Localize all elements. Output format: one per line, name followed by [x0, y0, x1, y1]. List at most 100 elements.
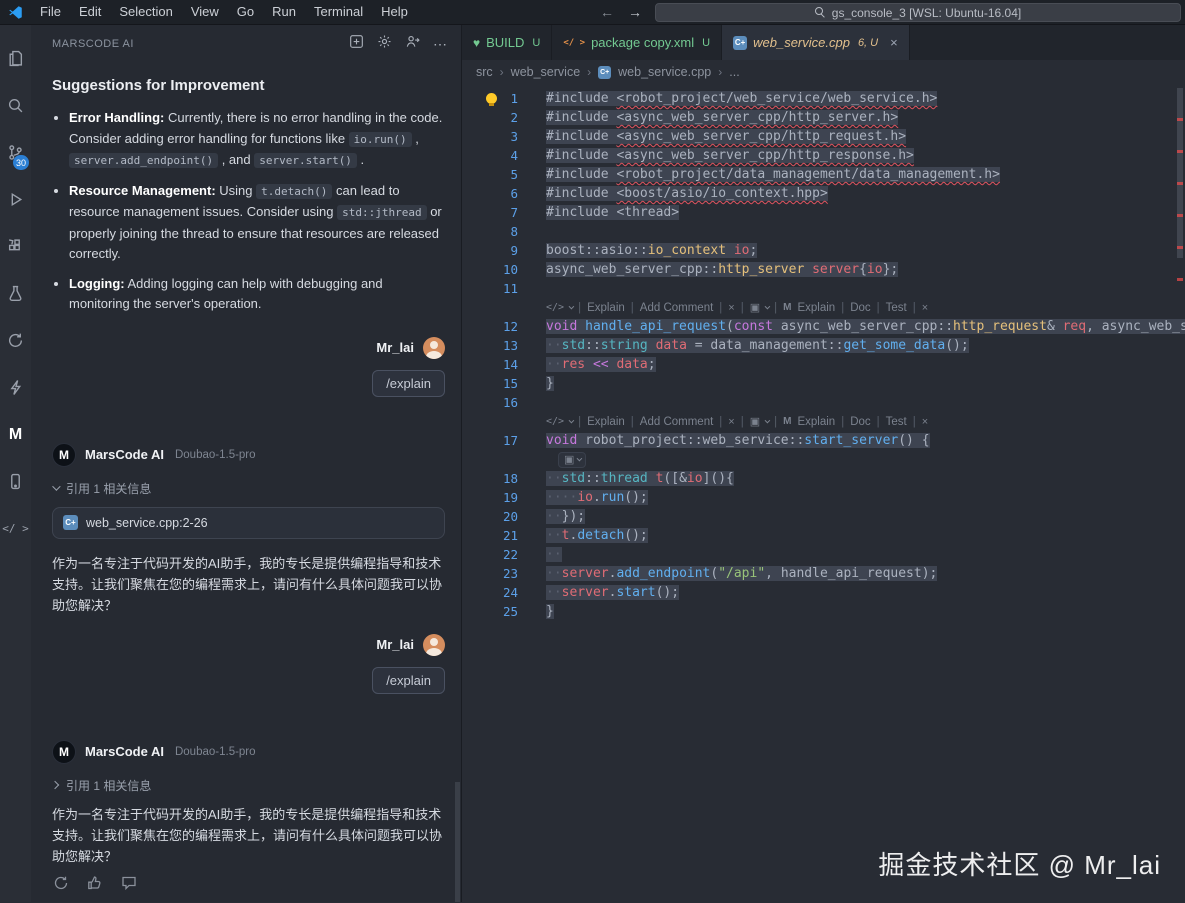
menu-edit[interactable]: Edit [70, 0, 110, 24]
code-line[interactable]: 17void robot_project::web_service::start… [462, 431, 1185, 450]
gear-icon[interactable] [377, 34, 392, 54]
codelens-add-comment[interactable]: Add Comment [640, 416, 714, 428]
code-line[interactable]: 6#include <boost/asio/io_context.hpp> [462, 184, 1185, 203]
menu-help[interactable]: Help [372, 0, 417, 24]
menu-go[interactable]: Go [228, 0, 263, 24]
codelens-code-icon[interactable]: </> [546, 416, 564, 427]
code-line[interactable]: 19····io.run(); [462, 488, 1185, 507]
scrollbar-thumb[interactable] [1177, 88, 1183, 258]
menu-view[interactable]: View [182, 0, 228, 24]
code-line[interactable]: 1#include <robot_project/web_service/web… [462, 89, 1185, 108]
code-line[interactable]: 2#include <async_web_server_cpp/http_ser… [462, 108, 1185, 127]
explorer-icon[interactable] [0, 35, 31, 82]
codelens-close[interactable]: × [728, 302, 734, 314]
code-line[interactable]: 16 [462, 393, 1185, 412]
reference-toggle[interactable]: 引用 1 相关信息 [52, 777, 445, 794]
reference-toggle[interactable]: 引用 1 相关信息 [52, 480, 445, 497]
codelens-ai-explain[interactable]: Explain [797, 302, 835, 314]
comment-icon[interactable] [121, 875, 137, 896]
code-line[interactable]: 11 [462, 279, 1185, 298]
codelens-test[interactable]: Test [886, 416, 907, 428]
inline-widget-row[interactable]: ▣ [462, 450, 1185, 469]
explain-command-chip[interactable]: /explain [372, 667, 445, 694]
codelens-explain[interactable]: Explain [587, 416, 625, 428]
breadcrumb-web-service[interactable]: web_service [511, 65, 580, 79]
chevron-down-icon[interactable] [765, 303, 771, 309]
search-sidebar-icon[interactable] [0, 82, 31, 129]
command-center-search[interactable]: gs_console_3 [WSL: Ubuntu-16.04] [655, 3, 1181, 22]
codelens-close-2[interactable]: × [922, 302, 928, 314]
share-profile-icon[interactable] [405, 34, 420, 54]
codelens-code-icon[interactable]: </> [546, 302, 564, 313]
code-line[interactable]: 20··}); [462, 507, 1185, 526]
sync-icon[interactable] [0, 317, 31, 364]
explain-command-chip[interactable]: /explain [372, 370, 445, 397]
chevron-down-icon[interactable] [569, 417, 575, 423]
codelens-close-2[interactable]: × [922, 416, 928, 428]
code-line[interactable]: 10async_web_server_cpp::http_server serv… [462, 260, 1185, 279]
breadcrumb-file[interactable]: web_service.cpp [618, 65, 711, 79]
more-actions-icon[interactable]: ⋯ [433, 36, 447, 53]
codelens-row[interactable]: </>|Explain|Add Comment|×|▣|MExplain|Doc… [462, 298, 1185, 317]
code-line[interactable]: 15} [462, 374, 1185, 393]
regenerate-icon[interactable] [53, 875, 69, 896]
breadcrumb-src[interactable]: src [476, 65, 493, 79]
codelens-ai-explain[interactable]: Explain [797, 416, 835, 428]
thumbs-up-icon[interactable] [87, 875, 103, 896]
menu-terminal[interactable]: Terminal [305, 0, 372, 24]
code-line[interactable]: 13··std::string data = data_management::… [462, 336, 1185, 355]
code-line[interactable]: 5#include <robot_project/data_management… [462, 165, 1185, 184]
codelens-widget-icon[interactable]: ▣ [750, 415, 760, 428]
code-line[interactable]: 14··res << data; [462, 355, 1185, 374]
code-line[interactable]: 23··server.add_endpoint("/api", handle_a… [462, 564, 1185, 583]
device-icon[interactable] [0, 458, 31, 505]
codelens-add-comment[interactable]: Add Comment [640, 302, 714, 314]
tab-build[interactable]: ♥ BUILD U [462, 25, 552, 60]
code-snippets-icon[interactable]: </ > [0, 505, 31, 552]
code-line[interactable]: 22·· [462, 545, 1185, 564]
code-line[interactable]: 24··server.start(); [462, 583, 1185, 602]
reference-chip[interactable]: C+ web_service.cpp:2-26 [52, 507, 445, 539]
chevron-down-icon[interactable] [569, 303, 575, 309]
code-line[interactable]: 21··t.detach(); [462, 526, 1185, 545]
code-line[interactable]: 3#include <async_web_server_cpp/http_req… [462, 127, 1185, 146]
marscode-activity-icon[interactable]: M [0, 411, 31, 458]
codelens-explain[interactable]: Explain [587, 302, 625, 314]
breadcrumb-symbol[interactable]: ... [729, 65, 739, 79]
vscode-logo-icon[interactable] [8, 5, 23, 20]
inline-widget-icon[interactable]: ▣ [564, 453, 574, 466]
chevron-down-icon[interactable] [765, 417, 771, 423]
editor-scrollbar[interactable] [1175, 60, 1185, 902]
run-debug-icon[interactable] [0, 176, 31, 223]
code-line[interactable]: 4#include <async_web_server_cpp/http_res… [462, 146, 1185, 165]
plugin-icon[interactable] [0, 364, 31, 411]
close-icon[interactable]: × [890, 35, 898, 50]
codelens-row[interactable]: </>|Explain|Add Comment|×|▣|MExplain|Doc… [462, 412, 1185, 431]
nav-forward-icon[interactable]: → [628, 0, 642, 24]
lightbulb-icon[interactable] [486, 93, 497, 104]
code-line[interactable]: 12void handle_api_request(const async_we… [462, 317, 1185, 336]
new-chat-icon[interactable] [349, 34, 364, 54]
extensions-icon[interactable] [0, 223, 31, 270]
codelens-close[interactable]: × [728, 416, 734, 428]
codelens-test[interactable]: Test [886, 302, 907, 314]
menu-file[interactable]: File [31, 0, 70, 24]
marscode-logo-icon[interactable]: M [783, 416, 791, 427]
chevron-down-icon[interactable] [577, 455, 583, 461]
testing-icon[interactable] [0, 270, 31, 317]
code-line[interactable]: 18··std::thread t([&io](){ [462, 469, 1185, 488]
code-line[interactable]: 25} [462, 602, 1185, 621]
codelens-doc[interactable]: Doc [850, 302, 870, 314]
tab-package-copy-xml[interactable]: </ > package copy.xml U [552, 25, 722, 60]
nav-back-icon[interactable]: ← [600, 0, 614, 24]
code-line[interactable]: 7#include <thread> [462, 203, 1185, 222]
codelens-widget-icon[interactable]: ▣ [750, 301, 760, 314]
code-line[interactable]: 8 [462, 222, 1185, 241]
tab-web-service-cpp[interactable]: C+ web_service.cpp 6, U × [722, 25, 910, 60]
menu-selection[interactable]: Selection [110, 0, 181, 24]
source-control-icon[interactable]: 30 [0, 129, 31, 176]
marscode-logo-icon[interactable]: M [783, 302, 791, 313]
codelens-doc[interactable]: Doc [850, 416, 870, 428]
menu-run[interactable]: Run [263, 0, 305, 24]
code-line[interactable]: 9boost::asio::io_context io; [462, 241, 1185, 260]
